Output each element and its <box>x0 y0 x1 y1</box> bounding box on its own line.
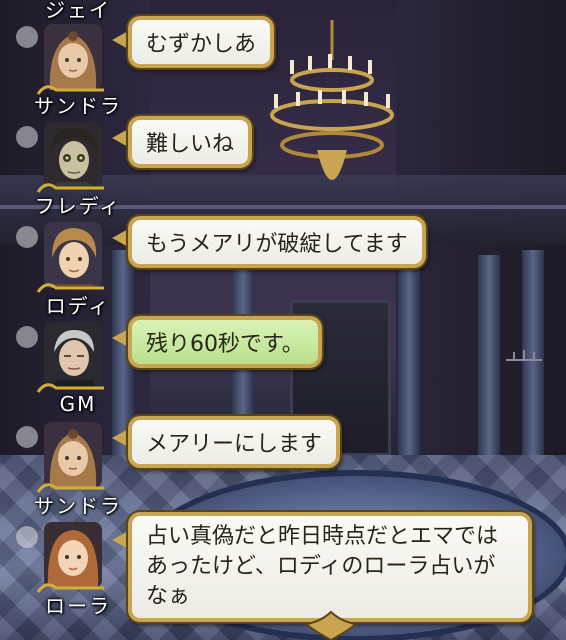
message-indicator-dot <box>16 326 38 348</box>
avatar[interactable] <box>44 222 102 288</box>
speaker-name: ロディ <box>45 294 111 318</box>
crest-icon <box>303 610 359 640</box>
avatar[interactable] <box>44 522 102 588</box>
message-indicator-dot <box>16 226 38 248</box>
speaker-name: ジェイ <box>45 0 111 22</box>
message-indicator-dot <box>16 26 38 48</box>
chat-bubble: もうメアリが破綻してます <box>128 216 426 268</box>
avatar[interactable] <box>44 422 102 488</box>
speaker-name: ローラ <box>45 594 111 618</box>
gm-chat-bubble: 残り60秒です。 <box>128 316 322 368</box>
chat-bubble: メアリーにします <box>128 416 341 468</box>
message-indicator-dot <box>16 426 38 448</box>
pillar <box>478 255 500 470</box>
pillar <box>398 260 420 470</box>
chandelier-icon <box>270 20 394 180</box>
speaker-name: フレディ <box>34 194 122 218</box>
message-indicator-dot <box>16 126 38 148</box>
speaker-name: サンドラ <box>34 94 122 118</box>
wall-sconce-icon <box>506 350 542 361</box>
chat-bubble: むずかしあ <box>128 16 275 68</box>
avatar[interactable] <box>44 24 102 90</box>
avatar[interactable] <box>44 322 102 388</box>
message-indicator-dot <box>16 526 38 548</box>
speaker-name: サンドラ <box>34 494 122 518</box>
speaker-name: GM <box>59 392 97 416</box>
chat-bubble: 難しいね <box>128 116 253 168</box>
avatar[interactable] <box>44 122 102 188</box>
chat-bubble: 占い真偽だと昨日時点だとエマではあったけど、ロディのローラ占いがなぁ <box>128 512 532 622</box>
